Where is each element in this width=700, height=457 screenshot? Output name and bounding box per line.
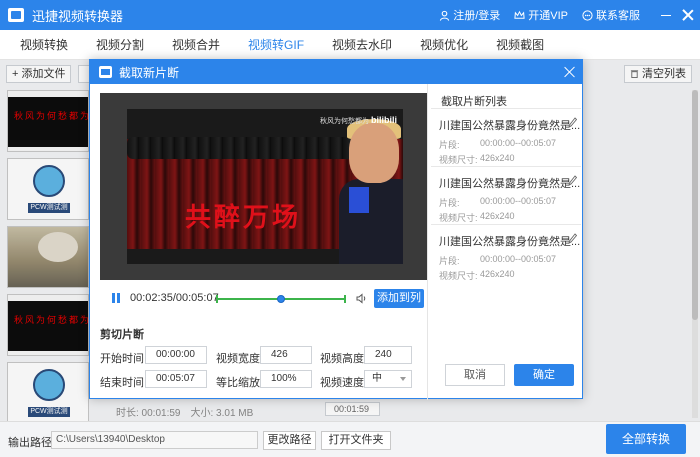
dialog-header: 截取新片断 [90,60,582,84]
pencil-icon[interactable] [568,117,577,128]
clip-segment-value: 00:00:00--00:05:07 [480,254,557,264]
convert-all-button[interactable]: 全部转换 [606,424,686,454]
change-path-button[interactable]: 更改路径 [263,431,316,450]
clip-size-label: 视频尺寸: [439,155,478,165]
clip-name: 川建国公然暴露身份竟然是... [439,178,581,190]
add-to-list-button[interactable]: 添加到列表 [374,289,424,323]
slider-start-handle[interactable] [216,295,218,303]
service-label: 联系客服 [596,10,640,22]
speed-label: 视频速度: [320,377,368,389]
clip-list-title: 截取片断列表 [441,96,507,108]
tab-video-merge[interactable]: 视频合并 [172,30,220,60]
pencil-icon[interactable] [568,175,577,186]
height-label: 视频高度: [320,353,368,365]
speed-value: 中 [372,373,382,384]
service-link[interactable]: 联系客服 [582,7,640,23]
pause-icon[interactable] [112,293,120,303]
video-watermark: 秋风为何愁都为 bilibili [320,115,397,126]
playback-time: 00:02:35/00:05:07 [130,292,219,304]
player-controls: 00:02:35/00:05:07 添加到列表 [100,288,428,323]
clip-list-item[interactable]: 川建国公然暴露身份竟然是... 片段: 00:00:00--00:05:07 视… [431,224,581,290]
volume-icon[interactable] [356,293,368,304]
scale-input[interactable]: 100% [260,370,312,388]
dialog-divider [427,84,428,400]
service-icon [582,9,593,21]
tab-video-split[interactable]: 视频分割 [96,30,144,60]
width-label: 视频宽度: [216,353,264,365]
clip-size-label: 视频尺寸: [439,271,478,281]
clip-segment-label: 片段: [439,140,460,150]
clip-segment-label: 片段: [439,256,460,266]
clip-segment-value: 00:00:00--00:05:07 [480,196,557,206]
vip-link[interactable]: 开通VIP [514,7,568,23]
output-path-label: 输出路径: [8,437,56,449]
dialog-logo-icon [99,66,112,78]
clip-name: 川建国公然暴露身份竟然是... [439,236,581,248]
start-time-input[interactable]: 00:00:00 [145,346,207,364]
end-time-label: 结束时间: [100,377,148,389]
clip-dialog: 截取新片断 共醉万场 秋风为何愁都为 bilibili 00:02:35/00:… [89,59,583,400]
height-input[interactable]: 240 [364,346,412,364]
clip-size-value: 426x240 [480,211,515,221]
crown-icon [514,10,525,19]
close-icon[interactable] [564,66,576,78]
video-player: 共醉万场 秋风为何愁都为 bilibili [100,93,428,280]
speed-select[interactable]: 中 [364,370,412,388]
clip-name: 川建国公然暴露身份竟然是... [439,120,581,132]
window-controls [660,0,694,30]
video-flag [349,187,369,213]
clip-range-slider[interactable] [216,292,346,306]
clip-section-title: 剪切片断 [100,329,144,341]
app-logo-icon [8,8,24,22]
login-label: 注册/登录 [453,10,501,22]
clip-segment-label: 片段: [439,198,460,208]
bottom-bar: 输出路径: C:\Users\13940\Desktop 更改路径 打开文件夹 [0,421,700,457]
tab-video-screenshot[interactable]: 视频截图 [496,30,544,60]
clip-list-item[interactable]: 川建国公然暴露身份竟然是... 片段: 00:00:00--00:05:07 视… [431,108,581,174]
dialog-title: 截取新片断 [119,65,180,80]
tab-video-to-gif[interactable]: 视频转GIF [248,30,304,60]
top-links: 注册/登录 开通VIP 联系客服 [439,0,640,30]
minimize-icon[interactable] [660,9,672,21]
video-frame[interactable]: 共醉万场 秋风为何愁都为 bilibili [127,109,403,264]
end-time-input[interactable]: 00:05:07 [145,370,207,388]
app-title: 迅捷视频转换器 [32,8,124,24]
vip-label: 开通VIP [528,10,568,22]
title-bar: 迅捷视频转换器 注册/登录 开通VIP 联系客服 [0,0,700,30]
video-person-head [349,123,399,183]
tab-remove-watermark[interactable]: 视频去水印 [332,30,392,60]
video-caption: 共醉万场 [185,203,302,233]
watermark-text: 秋风为何愁都为 [320,118,370,125]
output-path-field[interactable]: C:\Users\13940\Desktop [51,431,258,449]
feature-tabs: 视频转换 视频分割 视频合并 视频转GIF 视频去水印 视频优化 视频截图 [0,30,700,60]
video-scene-hats [127,137,357,159]
tab-video-optimize[interactable]: 视频优化 [420,30,468,60]
cancel-button[interactable]: 取消 [445,364,505,386]
open-folder-button[interactable]: 打开文件夹 [321,431,391,450]
width-input[interactable]: 426 [260,346,312,364]
start-time-label: 开始时间: [100,353,148,365]
clip-list-item[interactable]: 川建国公然暴露身份竟然是... 片段: 00:00:00--00:05:07 视… [431,166,581,232]
close-window-icon[interactable] [682,9,694,21]
clip-size-value: 426x240 [480,153,515,163]
clip-size-value: 426x240 [480,269,515,279]
clip-segment-value: 00:00:00--00:05:07 [480,138,557,148]
tab-video-convert[interactable]: 视频转换 [20,30,68,60]
confirm-button[interactable]: 确定 [514,364,574,386]
login-link[interactable]: 注册/登录 [439,7,500,23]
slider-end-handle[interactable] [344,295,346,303]
user-icon [440,10,450,21]
playhead-handle[interactable] [277,295,285,303]
scale-label: 等比缩放: [216,377,264,389]
chevron-down-icon [400,377,406,381]
watermark-brand: bilibili [371,115,397,125]
pencil-icon[interactable] [568,233,577,244]
clip-size-label: 视频尺寸: [439,213,478,223]
